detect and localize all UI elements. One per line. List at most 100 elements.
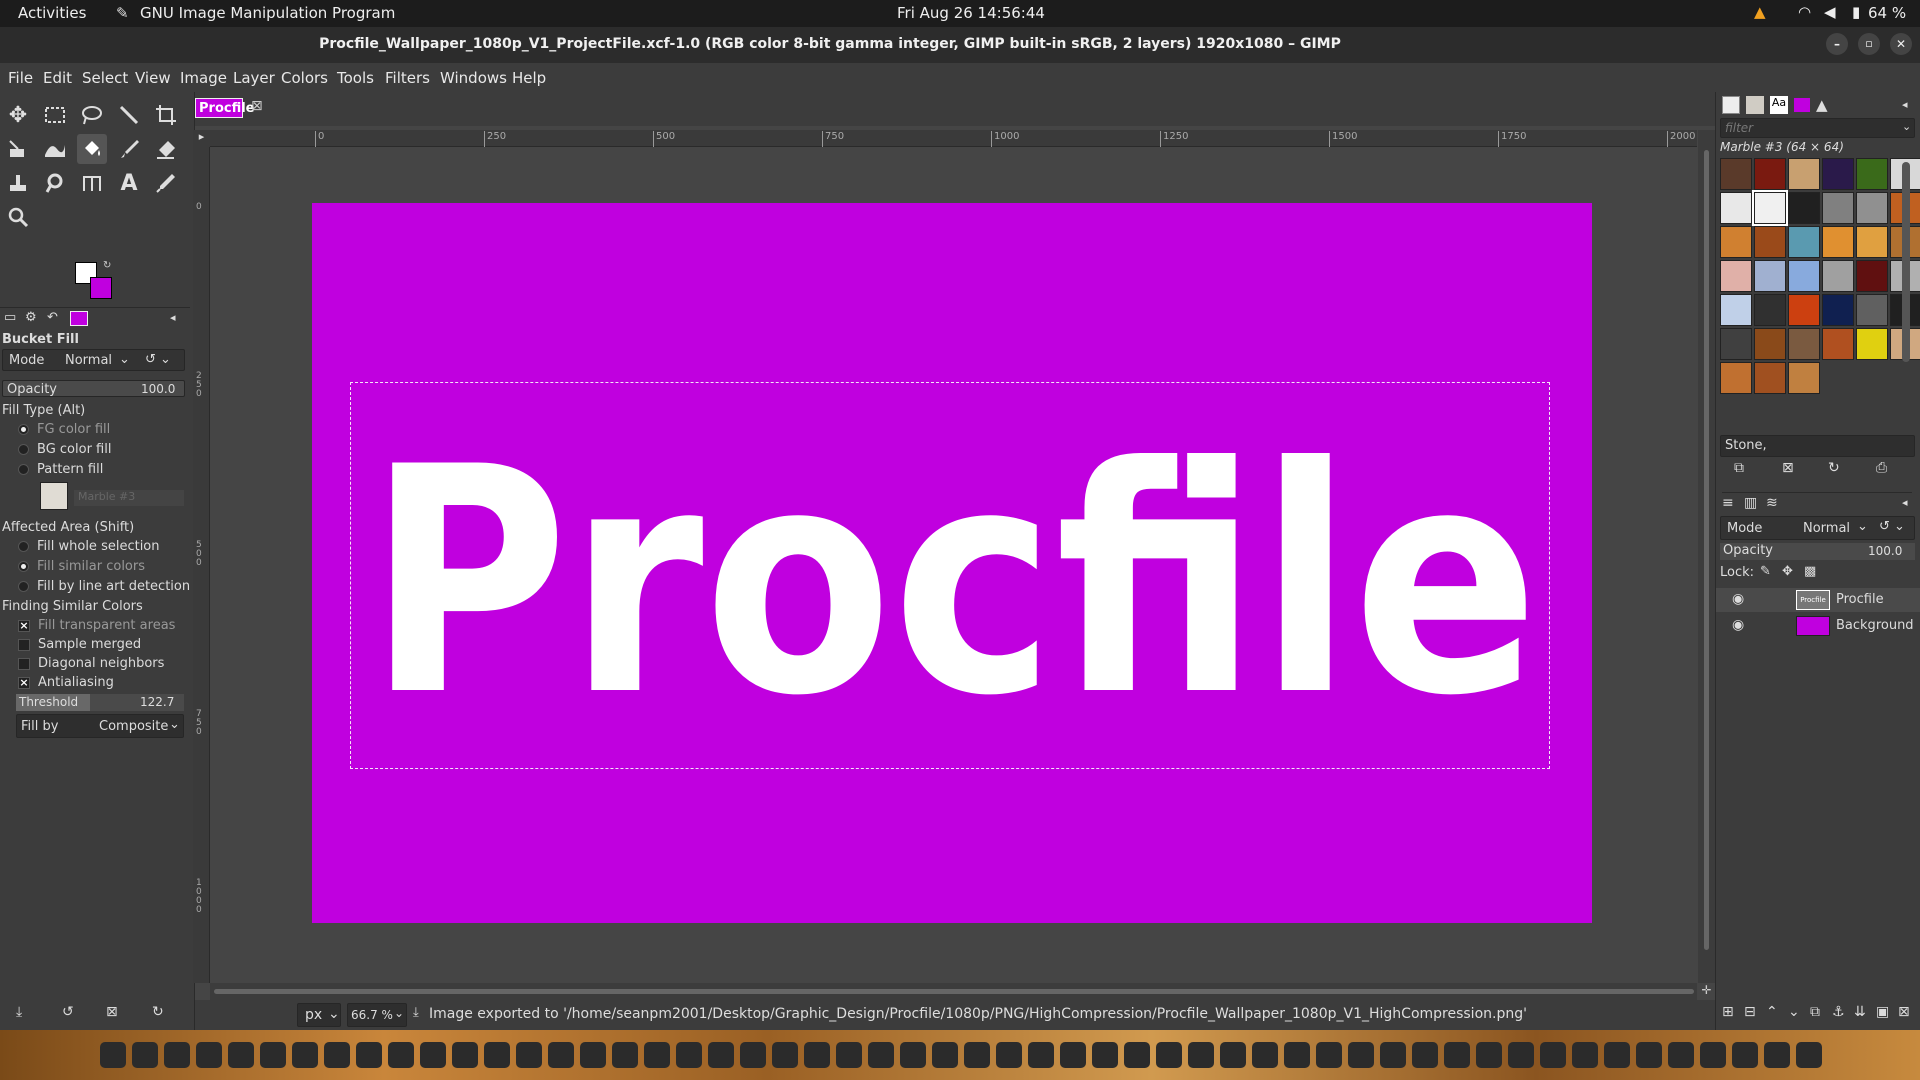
pattern-swatch[interactable] (1720, 362, 1752, 394)
pattern-tag-input[interactable]: Stone, (1720, 435, 1915, 457)
pattern-swatch[interactable] (1788, 328, 1820, 360)
bucket-fill-tool-icon[interactable] (77, 134, 107, 164)
images-tab-icon[interactable] (70, 311, 88, 326)
pattern-swatch[interactable] (1754, 294, 1786, 326)
paths-tool-icon[interactable] (77, 168, 107, 198)
tool-options-tab-icon[interactable]: ▭ (4, 310, 16, 325)
fill-by-chevron-icon[interactable]: ⌄ (169, 717, 180, 732)
update-warning-icon[interactable]: ▲ (1754, 3, 1766, 21)
patterns-tab-icon[interactable] (1746, 96, 1764, 114)
dock-menu-icon[interactable]: ◂ (1902, 98, 1908, 111)
horizontal-scrollbar[interactable] (210, 983, 1697, 1000)
taskbar-app-icon[interactable] (1764, 1042, 1790, 1068)
quick-mask-corner-icon[interactable]: ▸ (193, 130, 210, 147)
restore-tool-preset-icon[interactable]: ↺ (62, 1004, 74, 1020)
raise-layer-icon[interactable]: ⌃ (1766, 1004, 1778, 1020)
fuzzy-select-tool-icon[interactable] (114, 100, 144, 130)
taskbar-app-icon[interactable] (388, 1042, 414, 1068)
threshold-value[interactable]: 122.7 (140, 695, 174, 709)
smudge-tool-icon[interactable] (40, 168, 70, 198)
window-titlebar[interactable]: Procfile_Wallpaper_1080p_V1_ProjectFile.… (0, 27, 1920, 63)
device-status-tab-icon[interactable]: ⚙ (25, 310, 37, 325)
lock-alpha-icon[interactable]: ▩ (1804, 564, 1816, 579)
mode-dropdown[interactable]: Normal (65, 353, 112, 368)
layer-row[interactable]: ◉ Background (1716, 614, 1920, 638)
pattern-preview[interactable] (40, 482, 68, 510)
tool-presets-tab-icon[interactable]: ▲ (1816, 96, 1828, 114)
menu-layer[interactable]: Layer (233, 69, 275, 87)
mode-chevron-icon[interactable]: ⌄ (119, 352, 130, 367)
fill-transparent-checkbox[interactable]: × Fill transparent areas (18, 618, 201, 633)
paintbrush-tool-icon[interactable] (114, 134, 144, 164)
taskbar-app-icon[interactable] (804, 1042, 830, 1068)
layer-visibility-eye-icon[interactable]: ◉ (1732, 591, 1744, 607)
paths-tab-icon[interactable]: ≋ (1766, 495, 1778, 511)
pattern-swatch[interactable] (1856, 158, 1888, 190)
taskbar-app-icon[interactable] (1348, 1042, 1374, 1068)
pattern-swatch[interactable] (1720, 192, 1752, 224)
fill-by-dropdown[interactable]: Composite (99, 719, 168, 734)
taskbar-app-icon[interactable] (1604, 1042, 1630, 1068)
horizontal-scroll-thumb[interactable] (214, 989, 1694, 994)
lower-layer-icon[interactable]: ⌄ (1788, 1004, 1800, 1020)
menu-colors[interactable]: Colors (281, 69, 328, 87)
filter-chevron-icon[interactable]: ⌄ (1902, 120, 1911, 133)
menu-edit[interactable]: Edit (43, 69, 72, 87)
taskbar-app-icon[interactable] (964, 1042, 990, 1068)
layer-mode-chevron-icon[interactable]: ⌄ (1857, 519, 1868, 534)
menu-tools[interactable]: Tools (337, 69, 374, 87)
layer-mode-dropdown[interactable]: Normal (1803, 521, 1850, 536)
pattern-swatch[interactable] (1788, 226, 1820, 258)
taskbar-app-icon[interactable] (1540, 1042, 1566, 1068)
delete-tool-preset-icon[interactable]: ⊠ (106, 1004, 118, 1020)
taskbar-app-icon[interactable] (1028, 1042, 1054, 1068)
taskbar-app-icon[interactable] (484, 1042, 510, 1068)
horizontal-ruler[interactable]: 0 250 500 750 1000 1250 1500 1750 2000 (210, 130, 1697, 147)
clone-tool-icon[interactable] (3, 168, 33, 198)
pattern-swatch[interactable] (1752, 190, 1788, 226)
new-layer-icon[interactable]: ⊞ (1722, 1004, 1734, 1020)
background-color-swatch[interactable] (90, 277, 112, 299)
color-picker-tool-icon[interactable] (151, 168, 181, 198)
pattern-swatch[interactable] (1754, 158, 1786, 190)
taskbar-app-icon[interactable] (580, 1042, 606, 1068)
fill-similar-colors-radio[interactable]: Fill similar colors (18, 559, 201, 574)
antialiasing-checkbox[interactable]: × Antialiasing (18, 675, 201, 690)
taskbar-app-icon[interactable] (900, 1042, 926, 1068)
taskbar-app-icon[interactable] (292, 1042, 318, 1068)
pattern-swatch[interactable] (1856, 260, 1888, 292)
taskbar-app-icon[interactable] (1476, 1042, 1502, 1068)
zoom-dropdown[interactable]: 66.7 % ⌄ (347, 1003, 407, 1027)
sample-merged-checkbox[interactable]: Sample merged (18, 637, 201, 652)
menu-file[interactable]: File (8, 69, 33, 87)
maximize-button[interactable]: ▫ (1858, 33, 1880, 55)
taskbar-app-icon[interactable] (1572, 1042, 1598, 1068)
taskbar-app-icon[interactable] (740, 1042, 766, 1068)
menu-help[interactable]: Help (512, 69, 546, 87)
open-pattern-icon[interactable]: ⎙ (1876, 460, 1887, 476)
lock-position-icon[interactable]: ✥ (1782, 564, 1793, 579)
save-tool-preset-icon[interactable]: ⤓ (16, 1004, 22, 1020)
pattern-swatch[interactable] (1754, 328, 1786, 360)
new-layer-group-icon[interactable]: ⊟ (1744, 1004, 1756, 1020)
anchor-layer-icon[interactable]: ⚓ (1832, 1004, 1845, 1020)
pattern-swatch[interactable] (1822, 158, 1854, 190)
app-menu[interactable]: GNU Image Manipulation Program (140, 4, 395, 22)
taskbar-app-icon[interactable] (1124, 1042, 1150, 1068)
pattern-swatch[interactable] (1788, 362, 1820, 394)
layer-mode-reset-icon[interactable]: ↺ ⌄ (1879, 519, 1905, 534)
taskbar-app-icon[interactable] (868, 1042, 894, 1068)
pattern-swatch[interactable] (1720, 158, 1752, 190)
fill-line-art-radio[interactable]: Fill by line art detection (18, 579, 201, 594)
eraser-tool-icon[interactable] (151, 134, 181, 164)
taskbar-app-icon[interactable] (996, 1042, 1022, 1068)
layer-row[interactable]: ◉ Procfile Procfile (1716, 588, 1920, 612)
menu-image[interactable]: Image (180, 69, 227, 87)
minimize-button[interactable]: – (1826, 33, 1848, 55)
pattern-swatch[interactable] (1788, 192, 1820, 224)
pattern-swatch[interactable] (1788, 294, 1820, 326)
image-tab-close-icon[interactable]: ⊠ (251, 98, 263, 114)
taskbar-app-icon[interactable] (836, 1042, 862, 1068)
pattern-swatch[interactable] (1856, 328, 1888, 360)
taskbar-app-icon[interactable] (1380, 1042, 1406, 1068)
